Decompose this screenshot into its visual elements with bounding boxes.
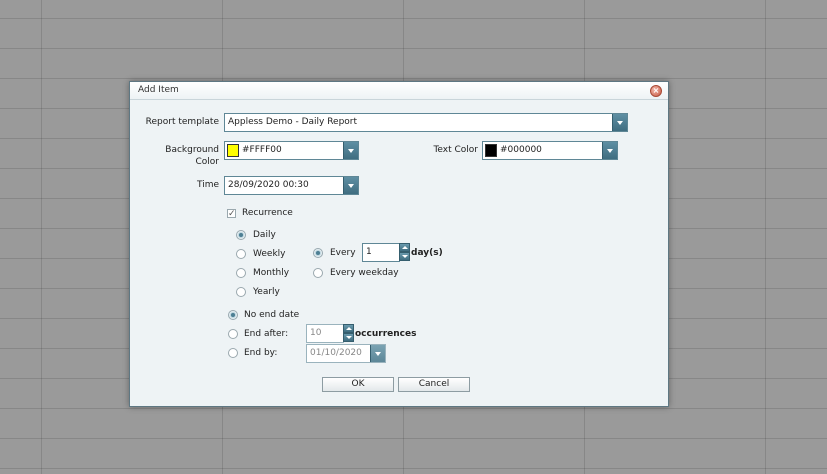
background-color-label-line1: Background — [165, 145, 219, 155]
end-by-date-picker[interactable]: 01/10/2020 — [306, 344, 386, 363]
radio-monthly[interactable] — [236, 268, 246, 278]
radio-weekly[interactable] — [236, 249, 246, 259]
every-weekday-label: Every weekday — [330, 268, 399, 278]
radio-weekly-label: Weekly — [253, 249, 286, 259]
report-template-value: Appless Demo - Daily Report — [228, 117, 358, 127]
background-color-swatch — [227, 144, 239, 157]
chevron-down-icon[interactable] — [343, 142, 358, 159]
text-color-label: Text Color — [433, 145, 478, 155]
add-item-dialog: Add Item × Report template Appless Demo … — [129, 81, 669, 407]
stepper-down-icon[interactable] — [399, 252, 410, 261]
radio-yearly[interactable] — [236, 287, 246, 297]
background-color-select[interactable]: #FFFF00 — [224, 141, 359, 160]
stepper-down-icon[interactable] — [343, 333, 354, 342]
chevron-down-icon[interactable] — [370, 345, 385, 362]
radio-end-after[interactable] — [228, 329, 238, 339]
end-after-stepper[interactable]: 10 — [306, 324, 354, 343]
background-color-label-line2: Color — [195, 157, 220, 167]
end-by-value: 01/10/2020 — [310, 348, 362, 358]
dialog-title: Add Item — [138, 85, 179, 95]
every-label: Every — [330, 248, 356, 258]
stepper-up-icon[interactable] — [343, 324, 354, 333]
background-color-label: Background — [138, 145, 219, 156]
end-after-label: End after: — [244, 329, 289, 339]
time-value: 28/09/2020 00:30 — [228, 180, 309, 190]
close-icon[interactable]: × — [650, 85, 662, 97]
every-days-stepper[interactable]: 1 — [362, 243, 410, 262]
recurrence-checkbox[interactable]: ✓ — [227, 209, 236, 219]
radio-monthly-label: Monthly — [253, 268, 290, 278]
background-color-value: #FFFF00 — [242, 145, 282, 155]
end-after-value: 10 — [310, 328, 322, 338]
chevron-down-icon[interactable] — [602, 142, 617, 159]
radio-every-n-days[interactable] — [313, 248, 323, 258]
recurrence-label: Recurrence — [242, 208, 293, 218]
no-end-date-label: No end date — [244, 310, 300, 320]
radio-yearly-label: Yearly — [253, 287, 280, 297]
radio-daily-label: Daily — [253, 230, 276, 240]
time-label: Time — [196, 180, 219, 190]
stepper-up-icon[interactable] — [399, 243, 410, 252]
text-color-value: #000000 — [500, 145, 542, 155]
chevron-down-icon[interactable] — [612, 114, 627, 131]
every-days-unit: day(s) — [411, 248, 443, 258]
radio-no-end-date[interactable] — [228, 310, 238, 320]
occurrences-label: occurrences — [355, 329, 417, 339]
report-template-select[interactable]: Appless Demo - Daily Report — [224, 113, 628, 132]
radio-end-by[interactable] — [228, 348, 238, 358]
radio-every-weekday[interactable] — [313, 268, 323, 278]
text-color-swatch — [485, 144, 497, 157]
cancel-button[interactable]: Cancel — [398, 377, 470, 392]
end-by-label: End by: — [244, 348, 278, 358]
chevron-down-icon[interactable] — [343, 177, 358, 194]
ok-button[interactable]: OK — [322, 377, 394, 392]
every-days-value: 1 — [366, 247, 372, 257]
time-picker[interactable]: 28/09/2020 00:30 — [224, 176, 359, 195]
text-color-select[interactable]: #000000 — [482, 141, 618, 160]
radio-daily[interactable] — [236, 230, 246, 240]
dialog-titlebar[interactable]: Add Item × — [130, 82, 668, 100]
report-template-label: Report template — [145, 117, 219, 127]
